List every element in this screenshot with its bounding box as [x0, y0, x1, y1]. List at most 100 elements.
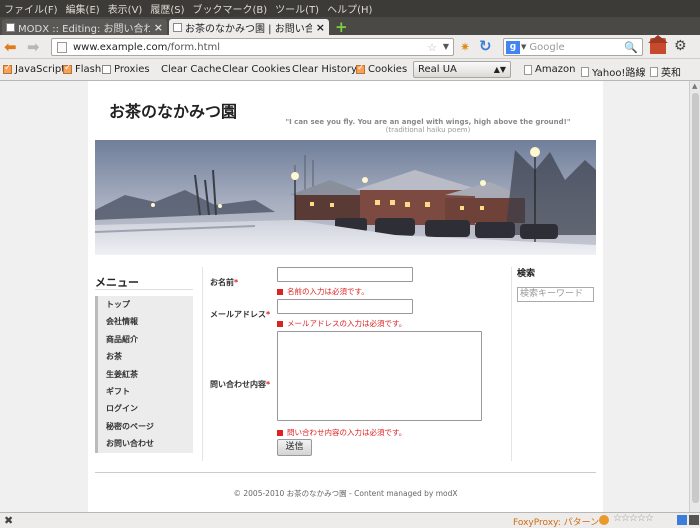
- sidebar-item-gift[interactable]: ギフト: [98, 383, 193, 400]
- name-label: お名前*: [210, 278, 239, 287]
- search-heading: 検索: [517, 269, 536, 279]
- clear-cache-button[interactable]: Clear Cache: [161, 64, 221, 75]
- submit-button[interactable]: 送信: [277, 439, 312, 456]
- tab-bar: MODX :: Editing: お問い合わせ × お茶のなかみつ園 | お問い…: [0, 17, 700, 35]
- checkbox[interactable]: [356, 63, 365, 74]
- close-tab-icon[interactable]: ×: [316, 21, 325, 34]
- chevron-down-icon[interactable]: ▼: [521, 43, 526, 51]
- sidebar-item-tea[interactable]: お茶: [98, 348, 193, 365]
- url-text[interactable]: www.example.com/form.html: [73, 42, 220, 53]
- tab-contact-page[interactable]: お茶のなかみつ園 | お問い合... ×: [169, 19, 329, 35]
- user-agent-value: Real UA: [418, 64, 457, 75]
- google-icon[interactable]: g: [506, 40, 520, 54]
- email-label: メールアドレス*: [210, 310, 271, 319]
- sidebar-item-secret[interactable]: 秘密のページ: [98, 418, 193, 435]
- addon-icon[interactable]: ⚙: [674, 38, 687, 54]
- flash-toggle[interactable]: Flash: [63, 63, 102, 75]
- scrollbar-thumb[interactable]: [692, 93, 699, 503]
- divider: [511, 267, 512, 461]
- message-textarea[interactable]: [277, 331, 482, 421]
- header-banner-image: [95, 140, 596, 255]
- sidebar-heading: メニュー: [95, 276, 139, 289]
- chevron-down-icon: ▲▼: [493, 65, 506, 74]
- menu-history[interactable]: 履歴(S): [150, 1, 184, 16]
- feed-icon[interactable]: ✷: [460, 40, 470, 54]
- checkbox[interactable]: [102, 65, 111, 74]
- bookmark-amazon[interactable]: Amazon: [524, 64, 575, 75]
- sidebar-item-top[interactable]: トップ: [98, 296, 193, 313]
- site-search-input[interactable]: 検索キーワード: [517, 287, 594, 302]
- menu-file[interactable]: ファイル(F): [4, 1, 58, 16]
- back-arrow-icon[interactable]: ⬅: [4, 38, 17, 56]
- menu-bookmarks[interactable]: ブックマーク(B): [193, 1, 268, 16]
- foxyproxy-status[interactable]: FoxyProxy: パターン: [513, 515, 599, 528]
- magnifier-icon[interactable]: 🔍: [624, 41, 638, 54]
- divider: [95, 289, 193, 290]
- sidebar-item-ginger-tea[interactable]: 生姜紅茶: [98, 366, 193, 383]
- search-placeholder[interactable]: Google: [529, 42, 624, 53]
- rating-stars-icon[interactable]: ☆☆☆☆☆: [613, 513, 654, 524]
- user-agent-select[interactable]: Real UA ▲▼: [413, 61, 511, 78]
- divider: [95, 472, 596, 473]
- web-search-box[interactable]: g ▼ Google 🔍: [503, 38, 643, 56]
- scroll-up-icon[interactable]: ▲: [692, 82, 697, 90]
- addon-icon[interactable]: [599, 515, 609, 525]
- page-icon: [524, 64, 532, 75]
- forward-arrow-icon[interactable]: ➡: [27, 38, 40, 56]
- navigation-bar: ⬅ ➡ www.example.com/form.html ☆ ▼ ✷ ↻ g …: [0, 35, 700, 59]
- menu-view[interactable]: 表示(V): [108, 1, 143, 16]
- site-tagline: "I can see you fly. You are an angel wit…: [285, 118, 571, 126]
- message-label: 問い合わせ内容*: [210, 380, 271, 389]
- clear-history-button[interactable]: Clear History: [292, 64, 357, 75]
- menu-edit[interactable]: 編集(E): [66, 1, 100, 16]
- required-mark: *: [266, 380, 271, 389]
- new-tab-plus-icon[interactable]: +: [335, 20, 349, 35]
- sidebar-item-products[interactable]: 商品紹介: [98, 331, 193, 348]
- error-square-icon: [277, 429, 283, 436]
- sidebar-menu: トップ 会社情報 商品紹介 お茶 生姜紅茶 ギフト ログイン 秘密のページ お問…: [95, 296, 193, 453]
- page-icon: [173, 22, 182, 32]
- reload-icon[interactable]: ↻: [479, 37, 492, 55]
- menu-help[interactable]: ヘルプ(H): [327, 1, 372, 16]
- javascript-toggle[interactable]: JavaScript: [3, 63, 66, 75]
- content-viewport: お茶のなかみつ園 "I can see you fly. You are an …: [0, 81, 700, 512]
- page-icon: [650, 66, 658, 77]
- url-bar[interactable]: www.example.com/form.html ☆ ▼: [51, 38, 454, 56]
- proxies-toggle[interactable]: Proxies: [102, 64, 150, 75]
- message-error: 問い合わせ内容の入力は必須です。: [277, 427, 406, 438]
- bookmark-eiwa[interactable]: 英和: [650, 64, 681, 79]
- email-error: メールアドレスの入力は必須です。: [277, 318, 406, 329]
- tab-title: お茶のなかみつ園 | お問い合...: [185, 23, 312, 35]
- required-mark: *: [234, 278, 239, 287]
- sidebar-item-company[interactable]: 会社情報: [98, 313, 193, 330]
- vertical-scrollbar[interactable]: ▲: [689, 81, 700, 512]
- checkbox-label: JavaScript: [15, 64, 66, 75]
- addon-icon[interactable]: [677, 515, 687, 525]
- bookmark-yahoo[interactable]: Yahoo!路線: [581, 64, 645, 79]
- page-icon: [581, 66, 589, 77]
- divider: [202, 267, 203, 461]
- chevron-down-icon[interactable]: ▼: [443, 42, 449, 51]
- page-icon: [57, 41, 67, 53]
- status-bar: ✖ FoxyProxy: パターン ☆☆☆☆☆: [0, 512, 700, 528]
- menu-tools[interactable]: ツール(T): [275, 1, 319, 16]
- resize-grip-icon[interactable]: [689, 515, 699, 525]
- close-tab-icon[interactable]: ×: [154, 21, 163, 34]
- error-square-icon: [277, 288, 283, 295]
- checkbox[interactable]: [3, 63, 12, 74]
- name-input[interactable]: [277, 267, 413, 282]
- email-input[interactable]: [277, 299, 413, 314]
- sidebar-item-login[interactable]: ログイン: [98, 400, 193, 417]
- clear-cookies-button[interactable]: Clear Cookies: [222, 64, 290, 75]
- checkbox[interactable]: [63, 63, 72, 74]
- bookmark-star-icon[interactable]: ☆: [427, 41, 437, 54]
- page-icon: [6, 22, 15, 32]
- close-icon[interactable]: ✖: [4, 514, 13, 527]
- tab-modx-editor[interactable]: MODX :: Editing: お問い合わせ ×: [2, 19, 167, 35]
- sidebar-item-contact[interactable]: お問い合わせ: [98, 435, 193, 452]
- home-icon[interactable]: [648, 35, 668, 54]
- checkbox-label: Flash: [75, 64, 102, 75]
- cookies-toggle[interactable]: Cookies: [356, 63, 407, 75]
- site-title[interactable]: お茶のなかみつ園: [109, 98, 237, 122]
- name-error: 名前の入力は必須です。: [277, 286, 369, 297]
